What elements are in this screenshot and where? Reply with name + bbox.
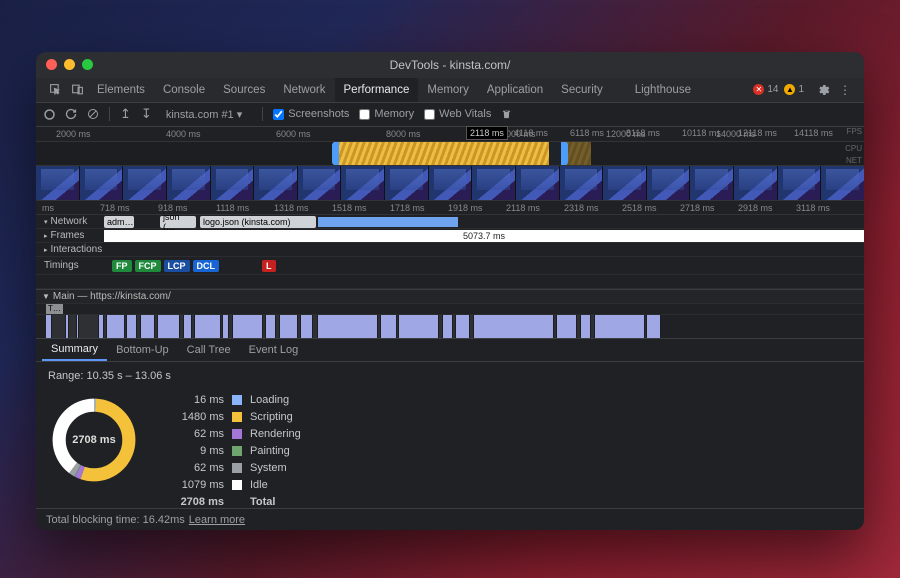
tab-lighthouse[interactable]: Lighthouse — [626, 78, 700, 103]
record-button[interactable] — [44, 109, 55, 120]
frames-track[interactable]: ▸Frames 5073.7 ms — [36, 229, 864, 243]
detail-tab-call-tree[interactable]: Call Tree — [178, 339, 240, 362]
load-profile-button[interactable]: ↥ — [120, 106, 131, 122]
warning-count-badge[interactable]: ▲1 — [784, 84, 804, 95]
summary-pane: Range: 10.35 s – 13.06 s 2708 ms 16 msLo… — [36, 362, 864, 508]
screenshot-thumb[interactable] — [211, 166, 254, 200]
panel-tabbar: ElementsConsoleSourcesNetworkPerformance… — [36, 78, 864, 104]
legend-row: 62 msRendering — [168, 428, 301, 440]
summary-donut: 2708 ms — [48, 394, 140, 486]
summary-range: Range: 10.35 s – 13.06 s — [48, 370, 852, 382]
settings-gear-icon[interactable] — [812, 83, 834, 97]
screenshot-thumb[interactable] — [80, 166, 123, 200]
memory-checkbox[interactable]: Memory — [359, 108, 414, 120]
legend-row: 1480 msScripting — [168, 411, 301, 423]
legend-row: 62 msSystem — [168, 462, 301, 474]
screenshot-thumb[interactable] — [734, 166, 777, 200]
screenshot-thumb[interactable] — [603, 166, 646, 200]
tab-security[interactable]: Security — [552, 78, 612, 103]
timings-track[interactable]: Timings FPFCPLCPDCLL — [36, 257, 864, 275]
profile-selector[interactable]: kinsta.com #1 ▾ — [162, 107, 252, 122]
webvitals-checkbox[interactable]: Web Vitals — [424, 108, 491, 120]
network-track[interactable]: ▾Network adm… json (… logo.json (kinsta.… — [36, 215, 864, 229]
detail-tab-summary[interactable]: Summary — [42, 339, 107, 362]
screenshot-thumb[interactable] — [36, 166, 79, 200]
inspect-icon[interactable] — [44, 83, 66, 96]
tab-memory[interactable]: Memory — [418, 78, 478, 103]
task-row[interactable]: T… — [36, 304, 864, 315]
screenshot-thumb[interactable] — [167, 166, 210, 200]
cpu-label: CPU — [845, 144, 862, 153]
overview-handle-right[interactable] — [561, 142, 568, 165]
detail-tabs: SummaryBottom-UpCall TreeEvent Log — [36, 339, 864, 363]
screenshot-thumb[interactable] — [123, 166, 166, 200]
network-chip[interactable]: json (… — [160, 216, 196, 228]
flame-chart[interactable] — [36, 315, 864, 339]
screenshot-thumb[interactable] — [690, 166, 733, 200]
gc-button[interactable] — [501, 108, 512, 120]
screenshot-thumb[interactable] — [429, 166, 472, 200]
screenshot-thumb[interactable] — [516, 166, 559, 200]
tab-performance[interactable]: Performance — [335, 78, 419, 103]
main-track-header[interactable]: ▼Main — https://kinsta.com/ — [36, 289, 864, 305]
learn-more-link[interactable]: Learn more — [189, 514, 245, 526]
overview-ruler[interactable]: 2000 ms4000 ms6000 ms8000 ms10000 ms1200… — [36, 127, 864, 143]
overview-minimap[interactable]: FPS CPU NET — [36, 142, 864, 166]
legend-row: 2708 msTotal — [168, 496, 301, 508]
tab-elements[interactable]: Elements — [88, 78, 154, 103]
screenshot-thumb[interactable] — [647, 166, 690, 200]
legend-row: 16 msLoading — [168, 394, 301, 406]
titlebar: DevTools - kinsta.com/ — [36, 52, 864, 78]
screenshot-thumb[interactable] — [821, 166, 864, 200]
screenshot-thumb[interactable] — [472, 166, 515, 200]
warning-count: 1 — [798, 84, 804, 95]
reload-record-button[interactable] — [65, 108, 77, 120]
detail-ruler[interactable]: ms718 ms918 ms1118 ms1318 ms1518 ms1718 … — [36, 201, 864, 215]
screenshots-checkbox[interactable]: Screenshots — [273, 108, 349, 120]
screenshot-thumb[interactable] — [341, 166, 384, 200]
interactions-track[interactable]: ▸Interactions — [36, 243, 864, 257]
status-footer: Total blocking time: 16.42ms Learn more — [36, 508, 864, 530]
fps-label: FPS — [846, 127, 862, 136]
detail-tab-event-log[interactable]: Event Log — [240, 339, 308, 362]
error-count: 14 — [767, 84, 778, 95]
summary-legend: 16 msLoading 1480 msScripting 62 msRenderi… — [168, 394, 301, 508]
overview-handle-left[interactable] — [332, 142, 339, 165]
tab-network[interactable]: Network — [274, 78, 334, 103]
device-toggle-icon[interactable] — [66, 83, 88, 96]
clear-button[interactable] — [87, 108, 99, 120]
timing-badge-l[interactable]: L — [262, 260, 276, 272]
perf-toolbar: ↥ ↧ kinsta.com #1 ▾ Screenshots Memory W… — [36, 103, 864, 127]
network-chip[interactable]: adm… — [104, 216, 134, 228]
donut-center: 2708 ms — [48, 394, 140, 486]
screenshot-thumb[interactable] — [560, 166, 603, 200]
screenshot-thumb[interactable] — [385, 166, 428, 200]
screenshot-thumb[interactable] — [778, 166, 821, 200]
detail-tab-bottom-up[interactable]: Bottom-Up — [107, 339, 178, 362]
error-count-badge[interactable]: ✕14 — [753, 84, 778, 95]
timing-badge-fcp[interactable]: FCP — [135, 260, 161, 272]
screenshot-thumb[interactable] — [298, 166, 341, 200]
screenshot-filmstrip[interactable] — [36, 166, 864, 201]
save-profile-button[interactable]: ↧ — [141, 106, 152, 122]
blocking-time-text: Total blocking time: 16.42ms — [46, 514, 185, 526]
legend-row: 9 msPainting — [168, 445, 301, 457]
timing-badge-dcl[interactable]: DCL — [193, 260, 220, 272]
timing-badge-lcp[interactable]: LCP — [164, 260, 190, 272]
devtools-window: DevTools - kinsta.com/ ElementsConsoleSo… — [36, 52, 864, 530]
window-title: DevTools - kinsta.com/ — [36, 58, 864, 72]
net-label: NET — [846, 156, 862, 165]
tab-console[interactable]: Console — [154, 78, 214, 103]
network-chip[interactable]: logo.json (kinsta.com) — [200, 216, 316, 228]
tab-application[interactable]: Application — [478, 78, 552, 103]
screenshot-thumb[interactable] — [254, 166, 297, 200]
more-menu-icon[interactable]: ⋮ — [834, 83, 856, 97]
legend-row: 1079 msIdle — [168, 479, 301, 491]
tab-sources[interactable]: Sources — [214, 78, 274, 103]
timing-badge-fp[interactable]: FP — [112, 260, 132, 272]
spacer — [36, 275, 864, 289]
